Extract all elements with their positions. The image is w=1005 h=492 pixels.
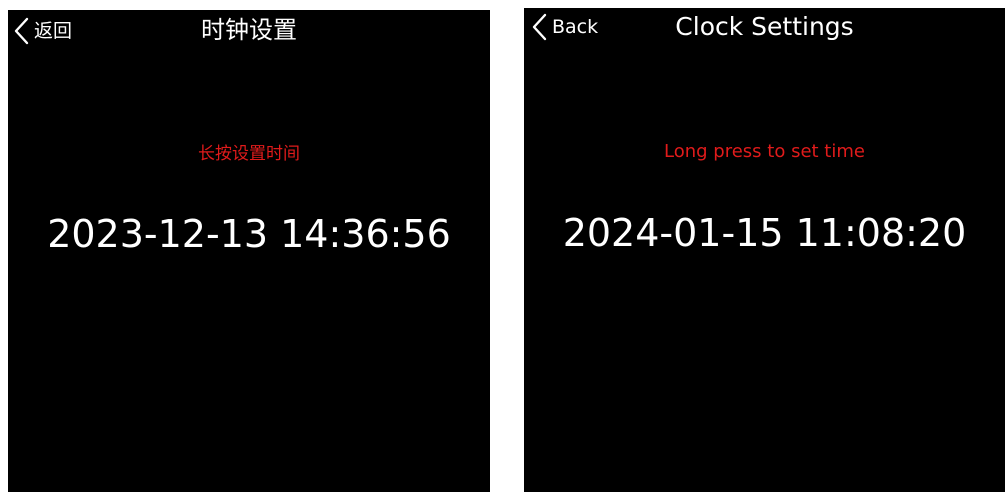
page-title: 时钟设置: [201, 16, 297, 44]
long-press-hint: Long press to set time: [664, 141, 865, 162]
clock-settings-screen-zh: 返回 时钟设置 长按设置时间 2023-12-13 14:36:56: [8, 10, 490, 492]
datetime-display[interactable]: 2023-12-13 14:36:56: [8, 215, 490, 253]
page-title: Clock Settings: [675, 12, 854, 41]
datetime-display[interactable]: 2024-01-15 11:08:20: [524, 214, 1005, 252]
page: 返回 时钟设置 长按设置时间 2023-12-13 14:36:56 Back …: [0, 0, 1005, 492]
long-press-hint: 长按设置时间: [198, 144, 300, 164]
clock-settings-screen-en: Back Clock Settings Long press to set ti…: [524, 8, 1005, 492]
